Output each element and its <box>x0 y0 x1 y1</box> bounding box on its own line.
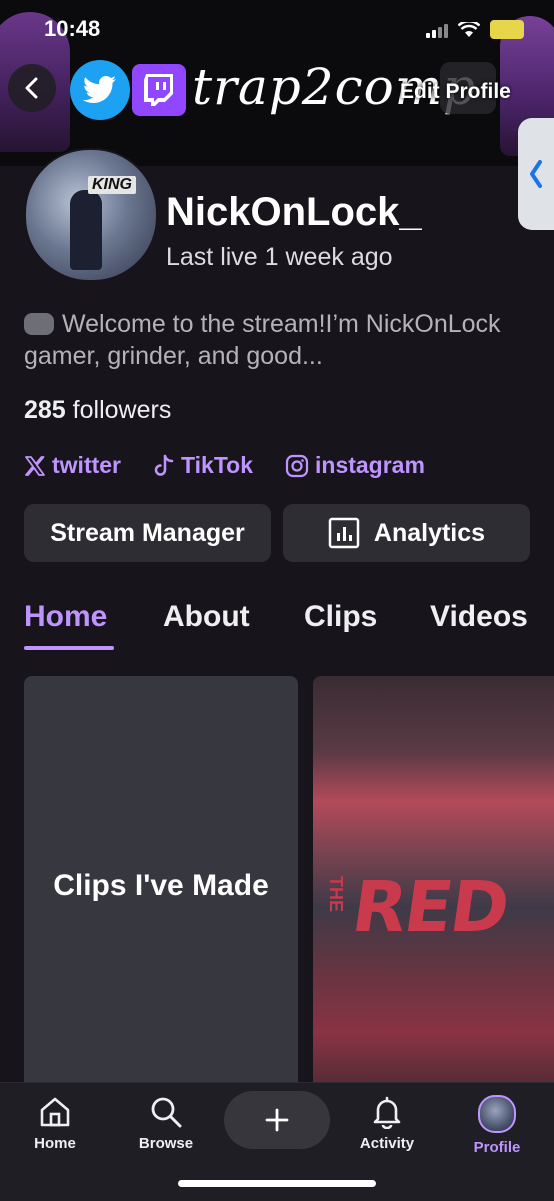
followers-number: 285 <box>24 396 66 424</box>
nav-browse[interactable]: Browse <box>121 1095 211 1152</box>
status-icons <box>426 20 524 39</box>
last-live-text: Last live 1 week ago <box>166 243 393 271</box>
profile-bio[interactable]: Welcome to the stream!I’m NickOnLock gam… <box>24 308 534 372</box>
tab-clips[interactable]: Clips <box>304 600 377 634</box>
nav-label: Profile <box>473 1139 521 1156</box>
status-bar: 10:48 <box>0 0 554 56</box>
profile-avatar[interactable]: KING <box>24 148 158 282</box>
bird-icon <box>83 76 116 103</box>
avatar-text: KING <box>88 176 136 194</box>
wifi-icon <box>458 21 480 37</box>
stream-manager-button[interactable]: Stream Manager <box>24 504 271 562</box>
avatar-player-figure <box>70 190 102 270</box>
chevron-left-icon <box>530 160 542 188</box>
video-thumbnail-card[interactable]: THE RED <box>313 676 554 1096</box>
followers-count[interactable]: 285 followers <box>24 396 171 425</box>
nav-label: Home <box>34 1135 76 1152</box>
search-icon <box>151 1097 182 1128</box>
signal-icon <box>426 22 448 38</box>
nav-home[interactable]: Home <box>10 1095 100 1152</box>
tab-videos[interactable]: Videos <box>430 600 528 634</box>
followers-label: followers <box>72 396 172 424</box>
battery-icon <box>490 20 524 39</box>
nav-activity[interactable]: Activity <box>342 1095 432 1152</box>
x-icon <box>25 455 45 476</box>
side-panel-handle[interactable] <box>518 118 554 230</box>
active-tab-indicator <box>24 646 114 650</box>
social-label: instagram <box>315 452 425 478</box>
thumbnail-title-text: RED <box>347 866 513 948</box>
plus-icon <box>265 1108 289 1132</box>
analytics-icon <box>328 517 360 549</box>
profile-banner: 10:48 trap2comp Edit Profile <box>0 0 554 166</box>
avatar <box>478 1095 516 1133</box>
nav-label: Activity <box>359 1135 415 1152</box>
home-icon <box>40 1097 70 1127</box>
profile-tabs: Home About Clips Videos <box>24 600 554 652</box>
tab-about[interactable]: About <box>163 600 250 634</box>
bell-icon <box>373 1096 401 1129</box>
social-label: TikTok <box>181 452 253 478</box>
instagram-icon <box>285 454 309 477</box>
clips-card-title: Clips I've Made <box>53 869 269 902</box>
home-indicator <box>178 1180 376 1187</box>
create-button[interactable] <box>224 1091 330 1149</box>
profile-username: NickOnLock_ <box>166 190 422 234</box>
twitch-icon <box>144 74 173 106</box>
status-time: 10:48 <box>44 16 101 41</box>
chevron-left-icon <box>25 77 38 99</box>
clips-made-card[interactable]: Clips I've Made <box>24 676 298 1096</box>
bio-text: Welcome to the stream!I’m NickOnLock gam… <box>24 310 501 370</box>
banner-twitch-logo <box>132 64 186 116</box>
action-buttons: Stream Manager Analytics <box>24 504 530 562</box>
edit-profile-button[interactable]: Edit Profile <box>400 80 511 104</box>
analytics-label: Analytics <box>373 518 486 547</box>
social-link-tiktok[interactable]: TikTok <box>153 452 253 479</box>
social-link-instagram[interactable]: instagram <box>285 452 425 479</box>
thumbnail-small-text: THE <box>326 876 346 912</box>
analytics-button[interactable]: Analytics <box>283 504 530 562</box>
social-label: twitter <box>52 452 121 478</box>
tab-home[interactable]: Home <box>24 600 107 634</box>
back-button[interactable] <box>8 64 56 112</box>
tiktok-icon <box>154 454 174 476</box>
nav-label: Browse <box>138 1135 194 1152</box>
nav-profile[interactable]: Profile <box>452 1095 542 1156</box>
banner-twitter-logo <box>70 60 130 120</box>
stream-manager-label: Stream Manager <box>50 518 245 547</box>
social-link-twitter[interactable]: twitter <box>24 452 121 479</box>
gamepad-icon <box>24 313 54 335</box>
social-links: twitter TikTok instagram <box>24 452 425 479</box>
